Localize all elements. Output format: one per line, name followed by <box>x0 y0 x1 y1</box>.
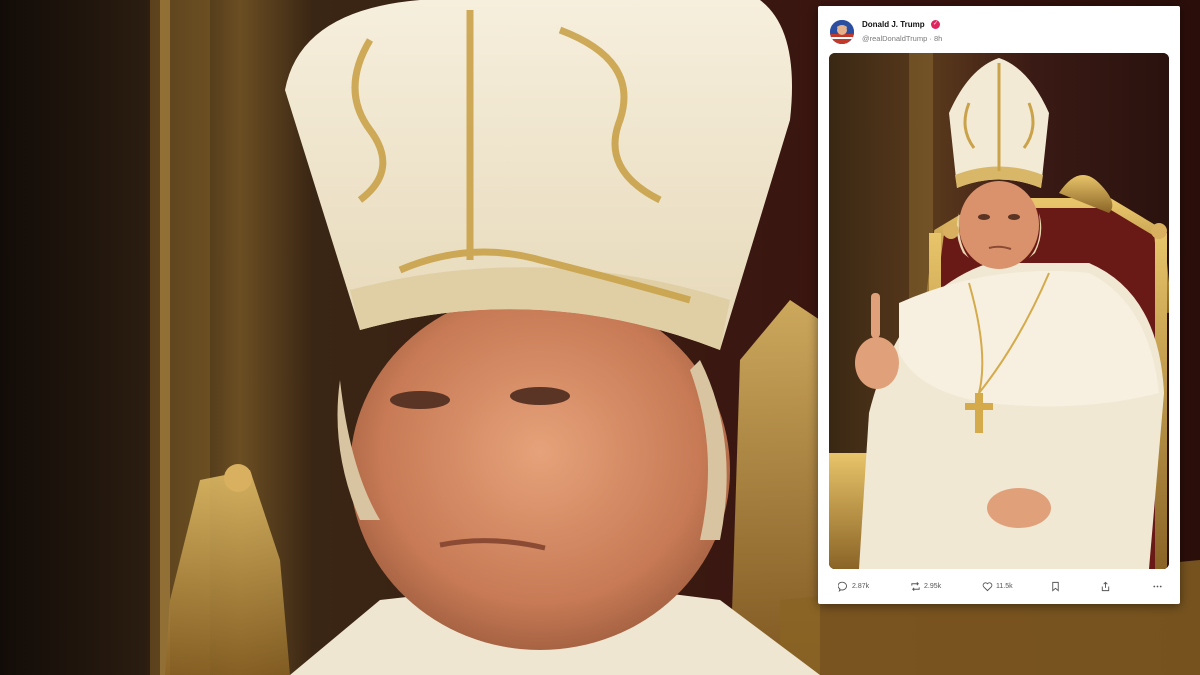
retruth-button[interactable]: 2.95k <box>910 581 941 592</box>
post-image[interactable] <box>829 53 1169 569</box>
share-icon <box>1101 581 1110 591</box>
handle-line: @realDonaldTrump · 8h <box>862 34 942 43</box>
verified-badge-icon: ✓ <box>931 20 940 29</box>
avatar[interactable] <box>830 20 854 44</box>
more-button[interactable] <box>1152 581 1163 592</box>
retruth-icon <box>911 581 920 591</box>
more-icon <box>1153 585 1162 587</box>
bookmark-icon <box>1052 581 1059 592</box>
bookmark-button[interactable] <box>1050 581 1061 592</box>
reply-icon <box>838 581 847 592</box>
like-count: 11.5k <box>996 582 1013 590</box>
retruth-count: 2.95k <box>924 582 942 590</box>
post-time[interactable]: 8h <box>934 34 942 43</box>
avatar-image <box>830 20 854 44</box>
action-bar: 2.87k 2.95k 11.5k <box>834 576 1168 596</box>
post-header: Donald J. Trump ✓ @realDonaldTrump · 8h <box>830 16 1168 50</box>
share-button[interactable] <box>1100 581 1111 592</box>
like-button[interactable]: 11.5k <box>982 581 1013 592</box>
reply-count: 2.87k <box>852 582 870 590</box>
separator-dot: · <box>929 34 932 43</box>
heart-icon <box>982 581 993 591</box>
author-handle[interactable]: @realDonaldTrump <box>862 34 927 43</box>
author-name[interactable]: Donald J. Trump <box>862 20 925 29</box>
post-image-art <box>829 53 1169 569</box>
reply-button[interactable]: 2.87k <box>838 581 869 592</box>
social-post-card: Donald J. Trump ✓ @realDonaldTrump · 8h <box>818 6 1180 604</box>
